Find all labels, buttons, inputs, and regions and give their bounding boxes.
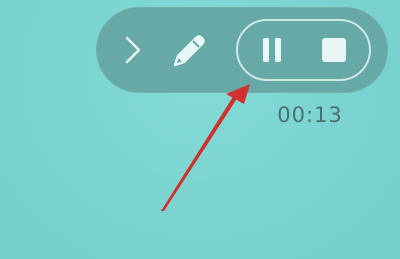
pause-button[interactable] <box>254 32 290 68</box>
annotate-button[interactable] <box>168 30 210 72</box>
chevron-right-icon <box>125 36 141 64</box>
recording-timer: 00:13 <box>277 103 343 127</box>
stop-button[interactable] <box>316 32 352 68</box>
pause-icon <box>263 38 281 62</box>
recording-controls <box>236 19 371 81</box>
expand-button[interactable] <box>118 32 148 68</box>
recording-toolbar <box>96 7 388 93</box>
stop-icon <box>322 38 346 62</box>
pencil-icon <box>173 35 205 67</box>
screen-background: 00:13 <box>0 0 400 259</box>
